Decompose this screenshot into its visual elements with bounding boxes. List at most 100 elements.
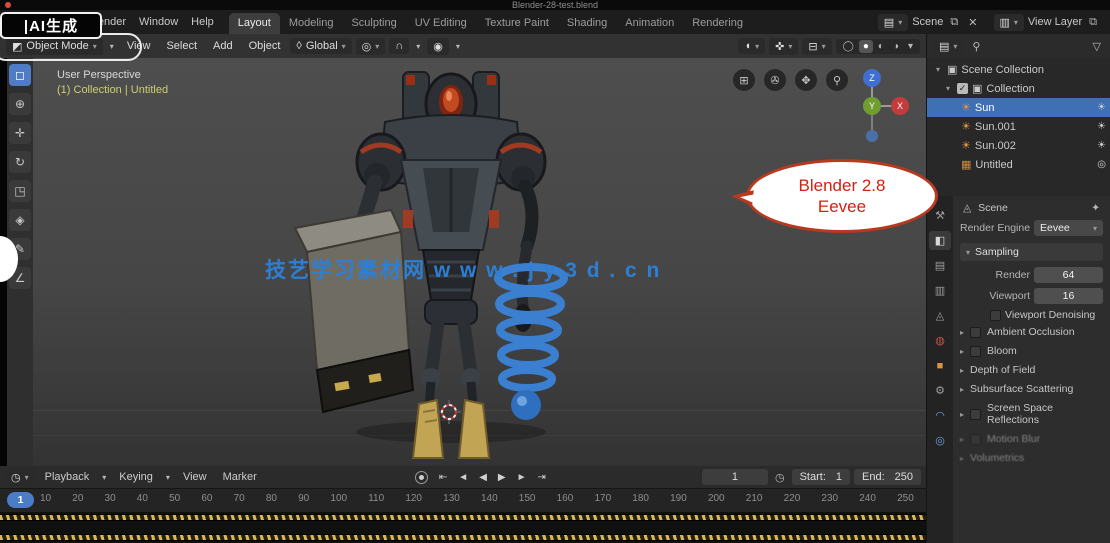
ruler-tick[interactable]: 240 xyxy=(859,493,876,504)
view-layer-properties-tab[interactable]: ▥ xyxy=(929,281,951,300)
orientation-dropdown[interactable]: ◊ Global ▾ xyxy=(290,38,352,54)
outliner-row-sun-001[interactable]: ☀ Sun.001 ☀ xyxy=(927,117,1110,136)
outliner-row-collection[interactable]: ▾ ✓ ▣ Collection xyxy=(927,79,1110,98)
play-button[interactable]: ▶ xyxy=(494,471,510,484)
ruler-tick[interactable]: 50 xyxy=(169,493,180,504)
tab-sculpting[interactable]: Sculpting xyxy=(342,13,405,34)
menu-view[interactable]: View xyxy=(121,38,157,54)
physics-properties-tab[interactable]: ◠ xyxy=(929,406,951,425)
tab-texture-paint[interactable]: Texture Paint xyxy=(476,13,558,34)
menu-add[interactable]: Add xyxy=(207,38,239,54)
world-properties-tab[interactable]: ◍ xyxy=(929,331,951,350)
shading-rendered-button[interactable]: ◑ xyxy=(889,40,903,53)
menu-window[interactable]: Window xyxy=(133,14,184,30)
render-samples-field[interactable]: 64 xyxy=(1034,267,1103,283)
frame-number-field[interactable]: 1 xyxy=(701,469,768,485)
section-subsurface-scattering[interactable]: ▸ Subsurface Scattering xyxy=(960,383,1103,395)
rotate-tool[interactable]: ↻ xyxy=(9,151,31,173)
ruler-tick[interactable]: 120 xyxy=(405,493,422,504)
ruler-tick[interactable]: 70 xyxy=(234,493,245,504)
render-engine-dropdown[interactable]: Eevee ▾ xyxy=(1034,220,1103,236)
menu-object[interactable]: Object xyxy=(243,38,287,54)
section-volumetrics[interactable]: ▸ Volumetrics xyxy=(960,452,1103,464)
scene-name[interactable]: Scene xyxy=(912,16,943,28)
shading-solid-button[interactable]: ● xyxy=(858,39,873,53)
pin-icon[interactable]: ✦ xyxy=(1088,201,1103,215)
cursor-tool[interactable]: ⊕ xyxy=(9,93,31,115)
menu-keying[interactable]: Keying xyxy=(113,469,159,485)
section-bloom[interactable]: ▸ Bloom xyxy=(960,345,1103,357)
ruler-tick[interactable]: 220 xyxy=(784,493,801,504)
spring-object[interactable] xyxy=(494,263,568,392)
new-scene-button[interactable]: ⧉ xyxy=(947,15,961,30)
snap-dropdown[interactable]: ▾ xyxy=(413,41,423,52)
select-box-tool[interactable]: ◻ xyxy=(9,64,31,86)
object-data-properties-tab[interactable]: ◎ xyxy=(929,431,951,450)
ruler-tick[interactable]: 90 xyxy=(298,493,309,504)
ruler-tick[interactable]: 60 xyxy=(201,493,212,504)
timeline-channel-area[interactable] xyxy=(0,512,926,543)
play-reverse-button[interactable]: ◀ xyxy=(475,471,491,484)
sampling-panel-header[interactable]: ▾ Sampling xyxy=(960,243,1103,261)
section-ambient-occlusion[interactable]: ▸ Ambient Occlusion xyxy=(960,326,1103,338)
proportional-dropdown[interactable]: ▾ xyxy=(453,41,463,52)
viewport-denoising-checkbox[interactable] xyxy=(990,309,1001,321)
sun-data-icon[interactable]: ☀ xyxy=(1097,140,1106,151)
scene-editor-type-button[interactable]: ▤ ▾ xyxy=(877,13,909,31)
ambient-occlusion-checkbox[interactable] xyxy=(970,326,982,338)
frame-end-field[interactable]: End: 250 xyxy=(854,469,922,485)
menu-select[interactable]: Select xyxy=(160,38,203,54)
ruler-tick[interactable]: 40 xyxy=(137,493,148,504)
gizmos-dropdown[interactable]: ✜ ▾ xyxy=(769,37,799,55)
move-tool[interactable]: ✛ xyxy=(9,122,31,144)
ruler-tick[interactable]: 170 xyxy=(594,493,611,504)
menu-marker[interactable]: Marker xyxy=(217,469,263,485)
tab-rendering[interactable]: Rendering xyxy=(683,13,752,34)
output-properties-tab[interactable]: ▤ xyxy=(929,256,951,275)
jump-to-start-button[interactable]: ⇤ xyxy=(435,471,451,484)
ruler-tick[interactable]: 230 xyxy=(821,493,838,504)
ruler-tick[interactable]: 110 xyxy=(368,493,384,504)
viewport-samples-field[interactable]: 16 xyxy=(1034,288,1103,304)
current-frame-indicator[interactable]: 1 xyxy=(7,492,34,508)
motion-blur-checkbox[interactable] xyxy=(970,433,982,445)
ruler-tick[interactable]: 30 xyxy=(105,493,116,504)
expand-caret-icon[interactable]: ▾ xyxy=(943,84,953,93)
timeline-editor-type-button[interactable]: ◷ ▾ xyxy=(5,468,35,486)
sun-data-icon[interactable]: ☀ xyxy=(1097,121,1106,132)
render-properties-tab[interactable]: ◧ xyxy=(929,231,951,250)
scale-tool[interactable]: ◳ xyxy=(9,180,31,202)
ruler-tick[interactable]: 150 xyxy=(519,493,536,504)
next-keyframe-button[interactable]: ► xyxy=(513,471,531,484)
section-screen-space-reflections[interactable]: ▸ Screen Space Reflections xyxy=(960,402,1103,426)
snap-toggle[interactable]: ∩ xyxy=(389,38,410,54)
view-layer-name[interactable]: View Layer xyxy=(1028,16,1082,28)
scene-properties-tab[interactable]: ◬ xyxy=(929,306,951,325)
ruler-tick[interactable]: 140 xyxy=(481,493,498,504)
ruler-tick[interactable]: 20 xyxy=(72,493,83,504)
window-close-dot[interactable] xyxy=(5,2,11,8)
tab-animation[interactable]: Animation xyxy=(616,13,683,34)
camera-view-button[interactable]: ✇ xyxy=(764,69,786,91)
ruler-tick[interactable]: 190 xyxy=(670,493,687,504)
transform-tool[interactable]: ◈ xyxy=(9,209,31,231)
outliner-row-untitled[interactable]: ▦ Untitled ◎ xyxy=(927,155,1110,174)
jump-to-end-button[interactable]: ⇥ xyxy=(534,471,550,484)
viewport-3d[interactable]: User Perspective (1) Collection | Untitl… xyxy=(33,58,926,466)
object-data-icon[interactable]: ◎ xyxy=(1097,159,1106,170)
timeline-ruler[interactable]: 1 10 20 30 40 50 60 70 80 90 100 110 120 130 140 150 16… xyxy=(0,488,926,512)
frame-start-field[interactable]: Start: 1 xyxy=(791,469,851,485)
tab-modeling[interactable]: Modeling xyxy=(280,13,343,34)
expand-caret-icon[interactable]: ▾ xyxy=(933,65,943,74)
axis-minus-z-handle[interactable] xyxy=(866,130,878,142)
shading-material-button[interactable]: ◐ xyxy=(874,40,888,53)
search-icon[interactable]: ⚲ xyxy=(969,39,983,54)
modifier-properties-tab[interactable]: ⚙ xyxy=(929,381,951,400)
section-motion-blur[interactable]: ▸ Motion Blur xyxy=(960,433,1103,445)
ruler-tick[interactable]: 210 xyxy=(746,493,763,504)
filter-icon[interactable]: ▽ xyxy=(1090,39,1104,54)
pan-view-button[interactable]: ✥ xyxy=(795,69,817,91)
view-layer-icon-button[interactable]: ▥ ▾ xyxy=(993,13,1024,31)
navigation-gizmo[interactable]: Z Y X xyxy=(836,62,912,146)
proportional-editing-toggle[interactable]: ◉ xyxy=(427,37,449,55)
